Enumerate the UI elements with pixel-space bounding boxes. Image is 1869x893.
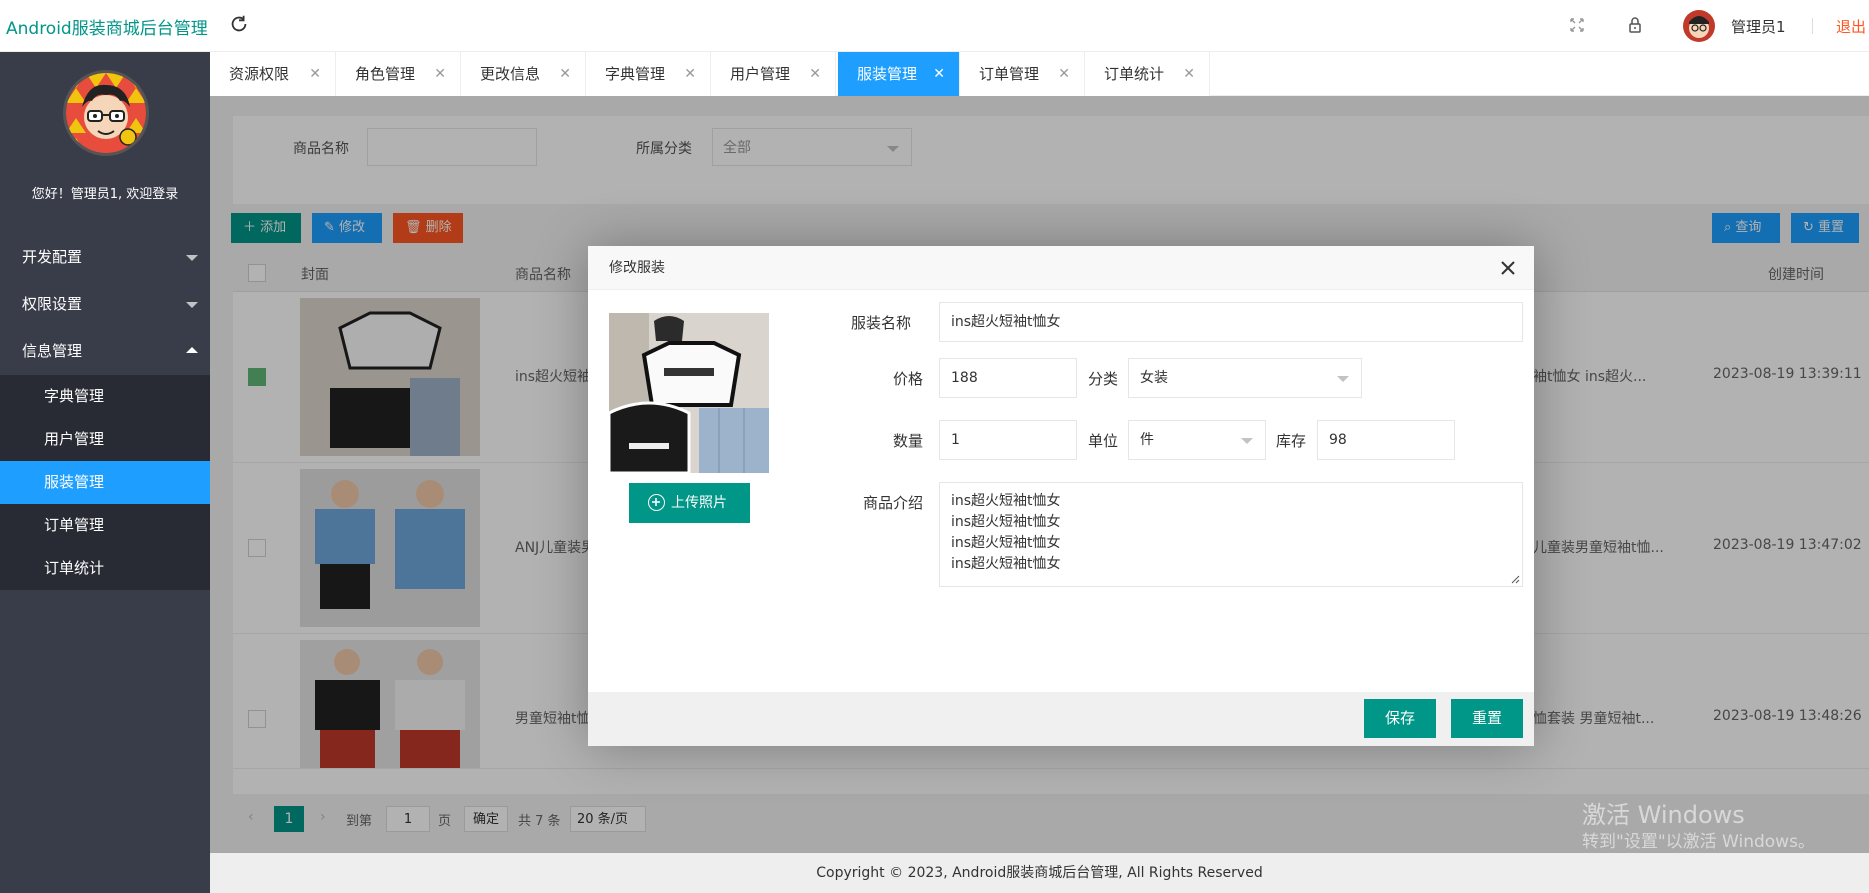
refresh-icon[interactable]: [228, 13, 250, 35]
tab-users[interactable]: 用户管理 ✕: [711, 52, 836, 96]
nav-group-dev-config[interactable]: 开发配置: [0, 234, 210, 281]
nav-group-label: 权限设置: [22, 295, 83, 313]
name-input[interactable]: ins超火短袖t恤女: [939, 302, 1523, 342]
unit-label: 单位: [1088, 432, 1119, 450]
windows-watermark-title: 激活 Windows: [1582, 801, 1745, 829]
name-label: 服装名称: [851, 314, 912, 332]
tab-clothing[interactable]: 服装管理 ✕: [838, 52, 960, 96]
tab-label: 订单管理: [979, 65, 1040, 83]
save-button[interactable]: 保存: [1364, 699, 1436, 738]
close-icon[interactable]: ✕: [309, 52, 321, 96]
tab-label: 服装管理: [857, 65, 918, 83]
stock-input[interactable]: 98: [1317, 420, 1455, 460]
app-title: Android服装商城后台管理: [6, 19, 208, 39]
close-icon[interactable]: ✕: [434, 52, 446, 96]
chevron-down-icon: [1241, 438, 1253, 444]
select-value: 件: [1140, 432, 1154, 448]
chevron-down-icon: [186, 302, 198, 308]
windows-watermark-subtitle: 转到"设置"以激活 Windows。: [1582, 832, 1815, 852]
intro-line: ins超火短袖t恤女: [951, 556, 1061, 572]
admin-avatar[interactable]: [1683, 10, 1715, 42]
nav-group-label: 信息管理: [22, 342, 83, 360]
tab-label: 字典管理: [605, 65, 666, 83]
chevron-down-icon: [186, 255, 198, 261]
close-icon[interactable]: ✕: [1183, 52, 1195, 96]
sidebar-item-orders[interactable]: 订单管理: [0, 504, 210, 547]
button-label: 上传照片: [671, 495, 727, 511]
nav-group-label: 开发配置: [22, 248, 83, 266]
logout-link[interactable]: 退出: [1836, 16, 1866, 37]
sidebar-item-order-stats[interactable]: 订单统计: [0, 547, 210, 590]
select-value: 女装: [1140, 370, 1168, 386]
tab-label: 角色管理: [355, 65, 416, 83]
category-label: 分类: [1088, 370, 1119, 388]
modal-title: 修改服装: [588, 246, 1534, 290]
stock-label: 库存: [1276, 432, 1307, 450]
plus-circle-icon: [648, 494, 665, 511]
admin-name[interactable]: 管理员1: [1731, 16, 1786, 37]
tab-bar: 资源权限 ✕ 角色管理 ✕ 更改信息 ✕ 字典管理 ✕ 用户管理 ✕ 服装管理 ✕ 订单管理…: [210, 52, 1869, 96]
intro-line: ins超火短袖t恤女: [951, 535, 1061, 551]
tab-order-stats[interactable]: 订单统计 ✕: [1085, 52, 1210, 96]
intro-label: 商品介绍: [863, 494, 924, 512]
close-icon[interactable]: ✕: [809, 52, 821, 96]
chevron-down-icon: [1337, 376, 1349, 382]
edit-clothing-modal: 修改服装 上传照片 服装名称 ins超火短袖t恤女 价格 188 分类 女装 数…: [588, 246, 1534, 746]
chevron-up-icon: [186, 347, 198, 353]
price-label: 价格: [893, 370, 924, 388]
footer: Copyright © 2023, Android服装商城后台管理, All R…: [210, 853, 1869, 893]
tab-role-management[interactable]: 角色管理 ✕: [336, 52, 461, 96]
quantity-label: 数量: [893, 432, 924, 450]
close-icon[interactable]: ✕: [933, 52, 945, 96]
quantity-input[interactable]: 1: [939, 420, 1077, 460]
intro-line: ins超火短袖t恤女: [951, 493, 1061, 509]
divider: [1812, 18, 1813, 34]
user-avatar: [63, 70, 149, 156]
price-input[interactable]: 188: [939, 358, 1077, 398]
close-icon[interactable]: ✕: [1058, 52, 1070, 96]
close-icon[interactable]: ✕: [559, 52, 571, 96]
sidebar-item-users[interactable]: 用户管理: [0, 418, 210, 461]
close-icon[interactable]: [1498, 258, 1518, 278]
nav-group-info-management[interactable]: 信息管理: [0, 328, 210, 375]
upload-photo-button[interactable]: 上传照片: [629, 483, 750, 523]
resize-handle-icon[interactable]: [1510, 574, 1520, 584]
nav-submenu: 字典管理 用户管理 服装管理 订单管理 订单统计: [0, 375, 210, 590]
intro-textarea[interactable]: ins超火短袖t恤女 ins超火短袖t恤女 ins超火短袖t恤女 ins超火短袖…: [939, 482, 1523, 587]
sidebar-item-clothing[interactable]: 服装管理: [0, 461, 210, 504]
product-photo-preview: [609, 313, 769, 473]
category-select[interactable]: 女装: [1128, 358, 1362, 398]
nav-menu: 开发配置 权限设置 信息管理 字典管理 用户管理 服装管理 订单管理 订单统计: [0, 234, 210, 590]
tab-orders[interactable]: 订单管理 ✕: [960, 52, 1085, 96]
close-icon[interactable]: ✕: [684, 52, 696, 96]
lock-icon[interactable]: [1625, 15, 1645, 35]
tab-label: 用户管理: [730, 65, 791, 83]
sidebar: 您好！管理员1, 欢迎登录 开发配置 权限设置 信息管理 字典管理 用户管理 服…: [0, 52, 210, 893]
tab-label: 更改信息: [480, 65, 541, 83]
modal-reset-button[interactable]: 重置: [1451, 699, 1523, 738]
intro-line: ins超火短袖t恤女: [951, 514, 1061, 530]
tab-dictionary[interactable]: 字典管理 ✕: [586, 52, 711, 96]
tab-label: 订单统计: [1104, 65, 1165, 83]
fullscreen-icon[interactable]: [1567, 15, 1587, 35]
sidebar-item-dictionary[interactable]: 字典管理: [0, 375, 210, 418]
top-bar: Android服装商城后台管理 管理员1 退出: [0, 0, 1869, 52]
unit-select[interactable]: 件: [1128, 420, 1266, 460]
welcome-text: 您好！管理员1, 欢迎登录: [31, 187, 179, 202]
tab-change-info[interactable]: 更改信息 ✕: [461, 52, 586, 96]
nav-group-permissions[interactable]: 权限设置: [0, 281, 210, 328]
tab-label: 资源权限: [229, 65, 290, 83]
tab-resource-permissions[interactable]: 资源权限 ✕: [210, 52, 336, 96]
